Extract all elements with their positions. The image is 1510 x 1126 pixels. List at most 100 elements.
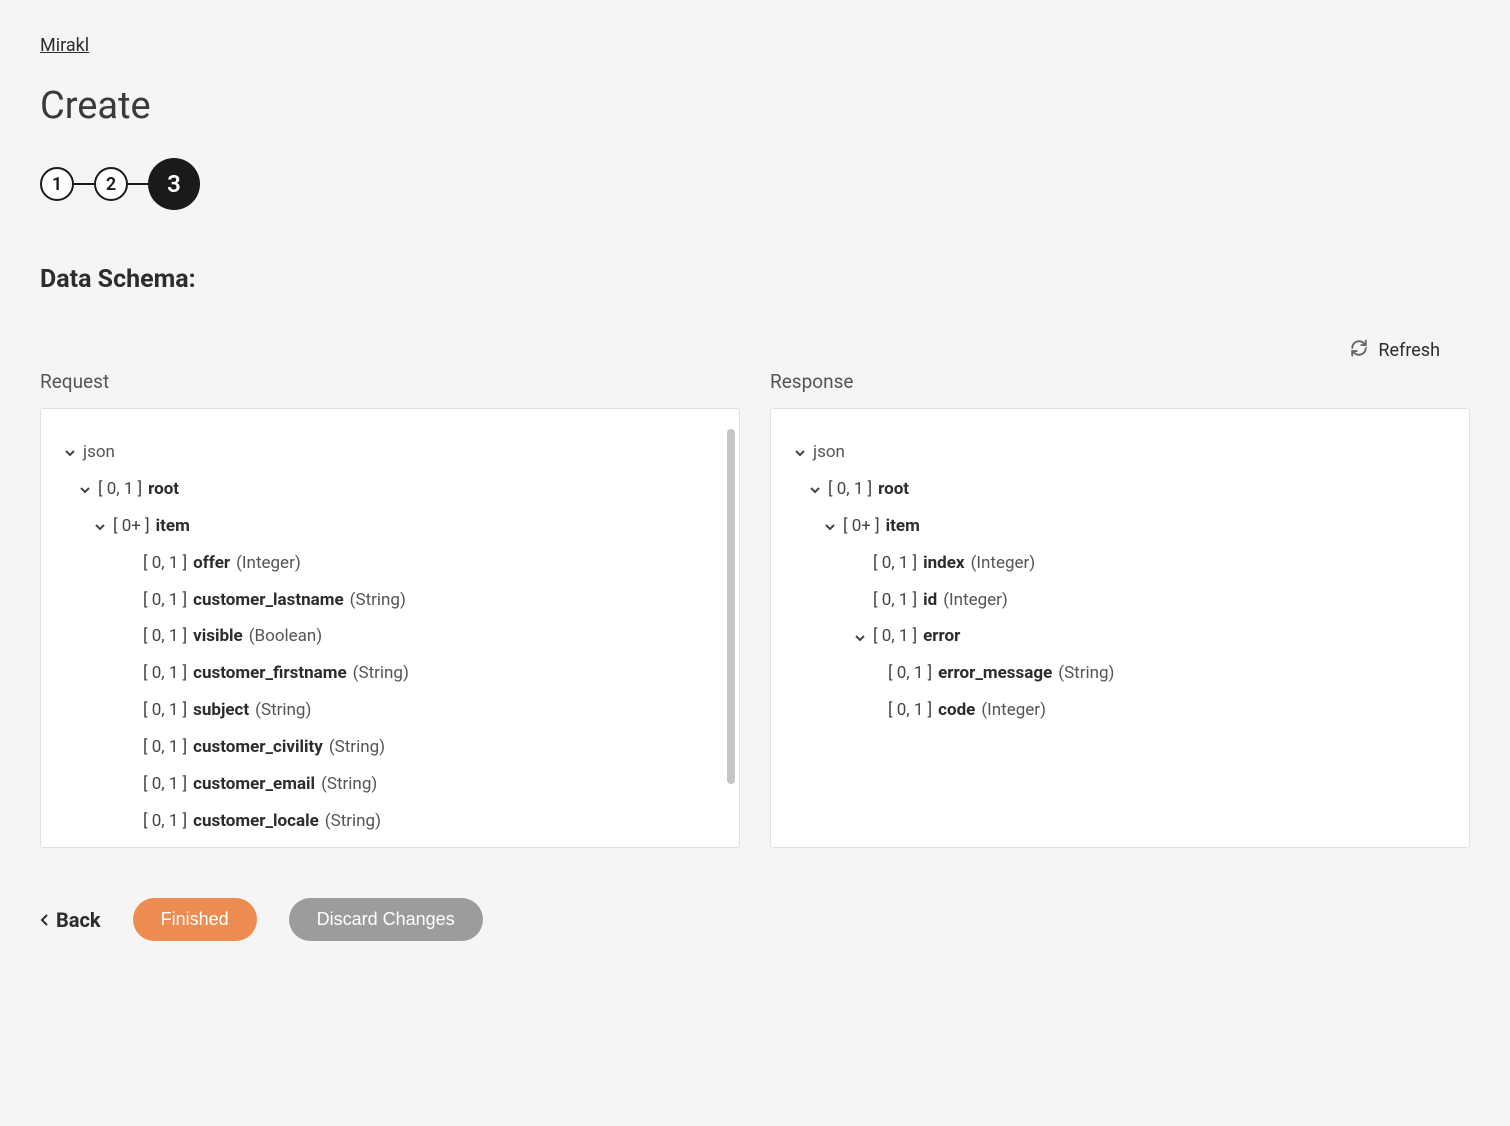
step-connector [128,183,148,185]
field-type: (String) [1058,659,1114,688]
cardinality: [ 0, 1 ] [888,696,932,725]
field-type: (String) [255,696,311,725]
field-type: (String) [353,659,409,688]
field-name: subject [193,696,249,725]
tree-node[interactable]: [ 0+ ] item [791,508,1449,545]
tree-node: [ 0, 1 ] index (Integer) [791,545,1449,582]
response-label: Response [770,370,1470,393]
field-name: id [923,586,937,615]
tree-node: [ 0, 1 ] offer (Integer) [61,545,719,582]
chevron-down-icon[interactable] [94,521,104,531]
field-name: error [923,622,960,651]
chevron-left-icon [40,908,50,932]
field-name: customer_locale [193,807,319,836]
breadcrumb-link[interactable]: Mirakl [40,35,89,56]
cardinality: [ 0, 1 ] [143,549,187,578]
chevron-down-icon[interactable] [854,632,864,642]
tree-node: [ 0, 1 ] customer_lastname (String) [61,582,719,619]
step-3[interactable]: 3 [148,158,200,210]
response-panel: json[ 0, 1 ] root[ 0+ ] item[ 0, 1 ] ind… [770,408,1470,848]
tree-node[interactable]: json [791,434,1449,471]
tree-node: [ 0, 1 ] customer_firstname (String) [61,655,719,692]
tree-node: [ 0, 1 ] body (String) [61,840,719,847]
step-2[interactable]: 2 [94,167,128,201]
tree-node[interactable]: json [61,434,719,471]
field-name: customer_firstname [193,659,347,688]
field-name: customer_lastname [193,586,344,615]
field-name: visible [193,622,243,651]
tree-node: [ 0, 1 ] customer_civility (String) [61,729,719,766]
tree-node[interactable]: [ 0, 1 ] root [61,471,719,508]
tree-node: [ 0, 1 ] subject (String) [61,692,719,729]
section-title: Data Schema: [40,265,1470,294]
field-type: (Boolean) [249,622,323,651]
chevron-down-icon[interactable] [809,484,819,494]
field-type: (String) [350,586,406,615]
request-panel: json[ 0, 1 ] root[ 0+ ] item[ 0, 1 ] off… [40,408,740,848]
back-button[interactable]: Back [40,908,101,932]
cardinality: [ 0, 1 ] [143,807,187,836]
field-name: index [923,549,964,578]
chevron-down-icon[interactable] [794,447,804,457]
cardinality: [ 0, 1 ] [888,659,932,688]
cardinality: [ 0, 1 ] [873,586,917,615]
field-type: (Integer) [971,549,1036,578]
field-type: (String) [325,807,381,836]
finished-button[interactable]: Finished [133,898,257,941]
cardinality: [ 0, 1 ] [143,844,187,847]
chevron-down-icon[interactable] [64,447,74,457]
discard-button[interactable]: Discard Changes [289,898,483,941]
tree-node[interactable]: [ 0, 1 ] root [791,471,1449,508]
cardinality: [ 0, 1 ] [98,475,142,504]
field-type: (String) [236,844,292,847]
page-title: Create [40,84,1470,128]
tree-label: json [813,438,845,467]
tree-node: [ 0, 1 ] error_message (String) [791,655,1449,692]
step-1[interactable]: 1 [40,167,74,201]
field-type: (Integer) [981,696,1046,725]
field-name: body [193,844,230,847]
tree-node: [ 0, 1 ] visible (Boolean) [61,618,719,655]
field-name: code [938,696,975,725]
tree-node: [ 0, 1 ] customer_email (String) [61,766,719,803]
tree-node: [ 0, 1 ] customer_locale (String) [61,803,719,840]
field-name: customer_civility [193,733,323,762]
field-type: (Integer) [943,586,1008,615]
step-connector [74,183,94,185]
refresh-label: Refresh [1378,340,1440,361]
field-name: item [886,512,920,541]
request-label: Request [40,370,740,393]
field-type: (String) [329,733,385,762]
tree-node[interactable]: [ 0, 1 ] error [791,618,1449,655]
field-name: offer [193,549,230,578]
tree-node: [ 0, 1 ] code (Integer) [791,692,1449,729]
tree-node: [ 0, 1 ] id (Integer) [791,582,1449,619]
cardinality: [ 0, 1 ] [873,549,917,578]
cardinality: [ 0, 1 ] [143,770,187,799]
stepper: 1 2 3 [40,158,1470,210]
tree-node[interactable]: [ 0+ ] item [61,508,719,545]
field-name: error_message [938,659,1052,688]
tree-label: json [83,438,115,467]
back-label: Back [56,908,101,932]
chevron-down-icon[interactable] [79,484,89,494]
field-name: item [156,512,190,541]
cardinality: [ 0, 1 ] [828,475,872,504]
cardinality: [ 0, 1 ] [143,586,187,615]
field-name: root [148,475,179,504]
refresh-icon [1350,339,1368,362]
field-type: (Integer) [236,549,301,578]
cardinality: [ 0, 1 ] [143,733,187,762]
cardinality: [ 0+ ] [113,512,150,541]
refresh-button[interactable]: Refresh [1350,339,1440,362]
cardinality: [ 0, 1 ] [873,622,917,651]
chevron-down-icon[interactable] [824,521,834,531]
field-name: root [878,475,909,504]
field-type: (String) [321,770,377,799]
scrollbar[interactable] [727,429,735,789]
cardinality: [ 0, 1 ] [143,659,187,688]
cardinality: [ 0, 1 ] [143,622,187,651]
cardinality: [ 0, 1 ] [143,696,187,725]
cardinality: [ 0+ ] [843,512,880,541]
field-name: customer_email [193,770,315,799]
